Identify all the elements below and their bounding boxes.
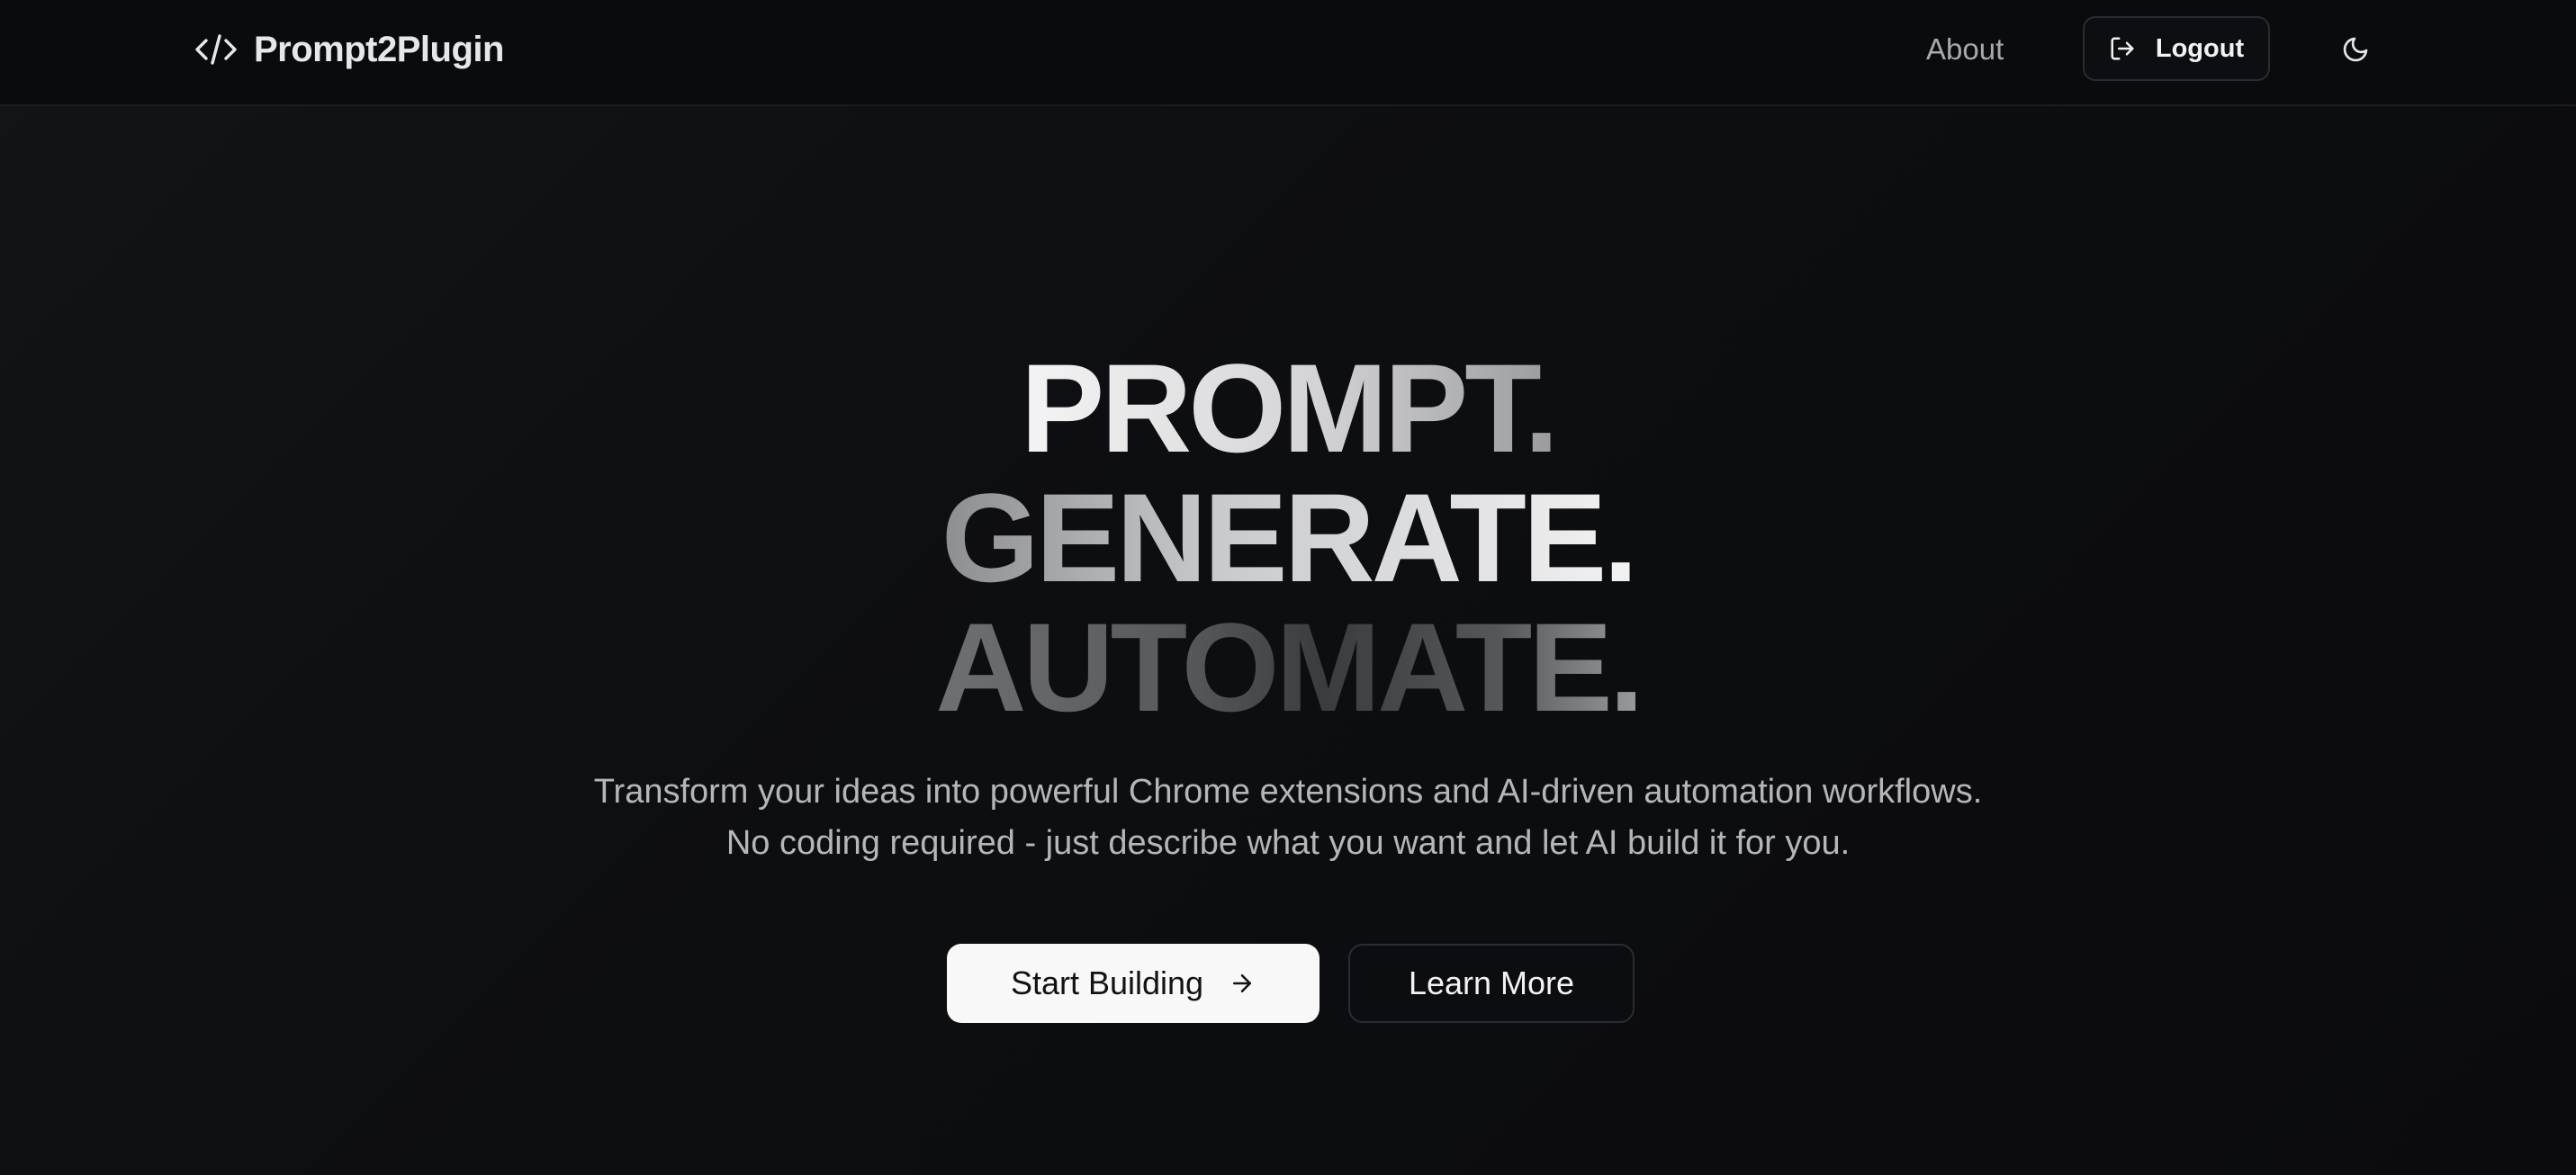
start-building-button[interactable]: Start Building <box>947 944 1320 1023</box>
hero-title-text-generate: GENERATE. <box>941 467 1638 608</box>
landing-page: Prompt2Plugin About Logout PROMPT. GENER… <box>0 0 2576 1175</box>
top-navbar: Prompt2Plugin About Logout <box>0 0 2576 106</box>
logout-icon <box>2111 37 2134 60</box>
moon-icon <box>2343 37 2368 62</box>
hero-title: PROMPT. GENERATE. AUTOMATE. <box>0 344 2576 732</box>
hero-title-line-automate: AUTOMATE. <box>0 603 2576 732</box>
brand-logo-link[interactable]: Prompt2Plugin <box>194 25 504 74</box>
brand-name: Prompt2Plugin <box>254 29 504 69</box>
hero-title-text-prompt: PROMPT. <box>1020 337 1559 479</box>
theme-toggle-button[interactable] <box>2333 27 2378 72</box>
code-brackets-icon <box>195 34 237 65</box>
hero-title-line-prompt: PROMPT. <box>0 344 2576 473</box>
start-building-label: Start Building <box>1010 964 1204 1001</box>
logout-label: Logout <box>2155 33 2245 63</box>
hero-title-text-automate: AUTOMATE. <box>935 596 1644 738</box>
arrow-right-icon <box>1233 974 1252 992</box>
nav-link-about[interactable]: About <box>1926 27 2004 72</box>
learn-more-label: Learn More <box>1408 964 1575 1001</box>
logout-button[interactable]: Logout <box>2083 16 2270 81</box>
hero-title-line-generate: GENERATE. <box>0 473 2576 603</box>
hero-subtitle: Transform your ideas into powerful Chrom… <box>593 773 1983 862</box>
learn-more-button[interactable]: Learn More <box>1348 944 1635 1023</box>
